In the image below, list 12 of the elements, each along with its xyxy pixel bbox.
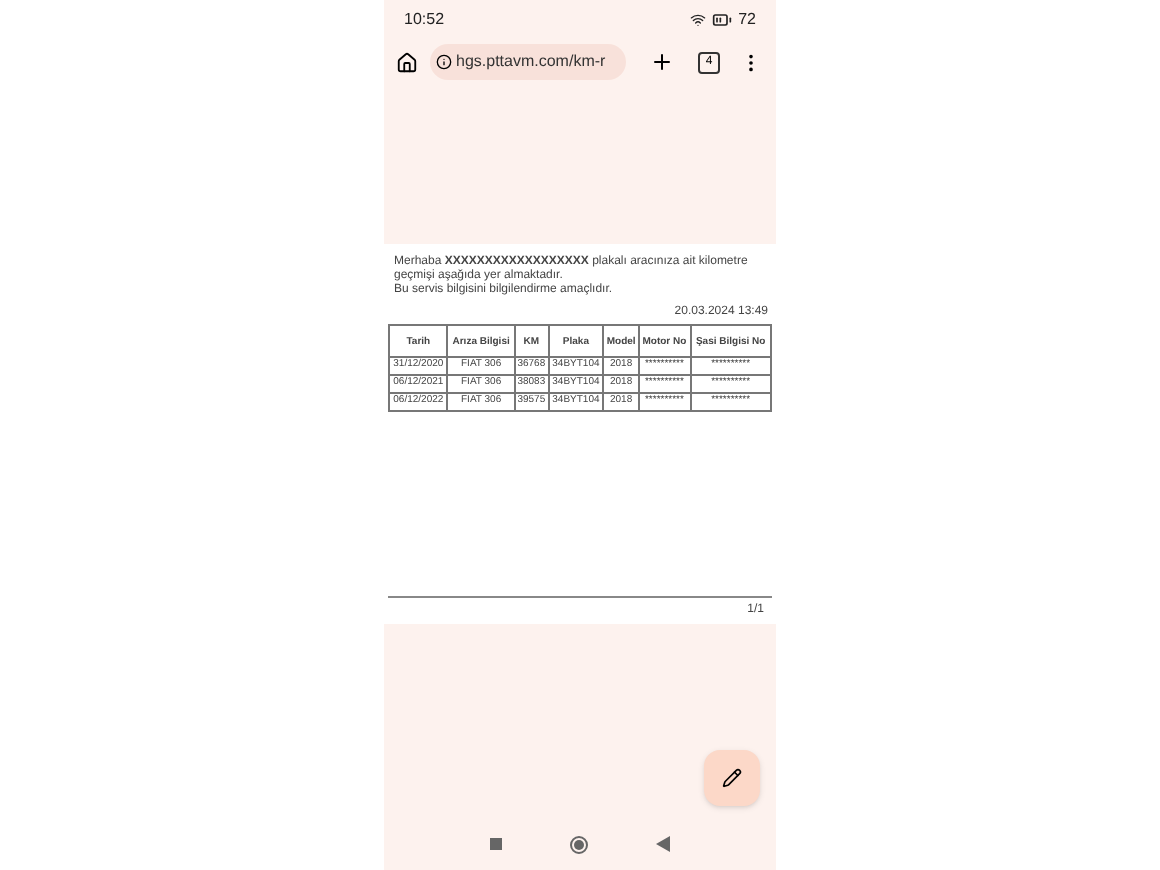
back-icon[interactable]: [656, 836, 670, 852]
pencil-icon: [722, 768, 742, 788]
info-icon[interactable]: [436, 54, 452, 70]
status-time: 10:52: [404, 8, 445, 32]
new-tab-icon[interactable]: [650, 50, 674, 74]
signal-icon: [690, 12, 707, 28]
battery-level: 72: [738, 8, 756, 32]
address-bar[interactable]: hgs.pttavm.com/km-r: [430, 44, 626, 80]
home-button-icon[interactable]: [570, 835, 588, 853]
edit-button[interactable]: [704, 750, 760, 806]
battery-icon: [712, 10, 733, 30]
home-icon[interactable]: [396, 51, 418, 73]
